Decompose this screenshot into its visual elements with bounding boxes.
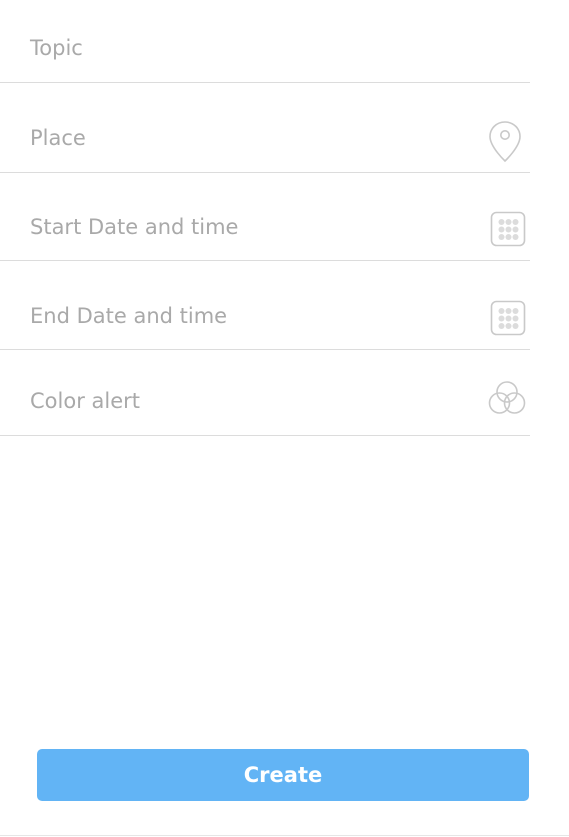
topic-label: Topic: [30, 36, 83, 60]
end-datetime-label: End Date and time: [30, 304, 228, 328]
place-label: Place: [30, 126, 86, 150]
topic-field[interactable]: Topic: [0, 0, 530, 83]
place-field[interactable]: Place: [0, 83, 530, 173]
start-datetime-field[interactable]: Start Date and time: [0, 173, 530, 261]
bottom-divider: [0, 835, 569, 836]
color-alert-field[interactable]: Color alert: [0, 350, 530, 436]
start-datetime-label: Start Date and time: [30, 215, 239, 239]
end-datetime-field[interactable]: End Date and time: [0, 261, 530, 350]
location-pin-icon[interactable]: [488, 120, 522, 164]
color-circles-icon[interactable]: [487, 379, 527, 417]
calendar-grid-icon[interactable]: [490, 211, 526, 247]
color-alert-label: Color alert: [30, 389, 140, 413]
create-button[interactable]: Create: [37, 749, 529, 801]
calendar-grid-icon[interactable]: [490, 300, 526, 336]
